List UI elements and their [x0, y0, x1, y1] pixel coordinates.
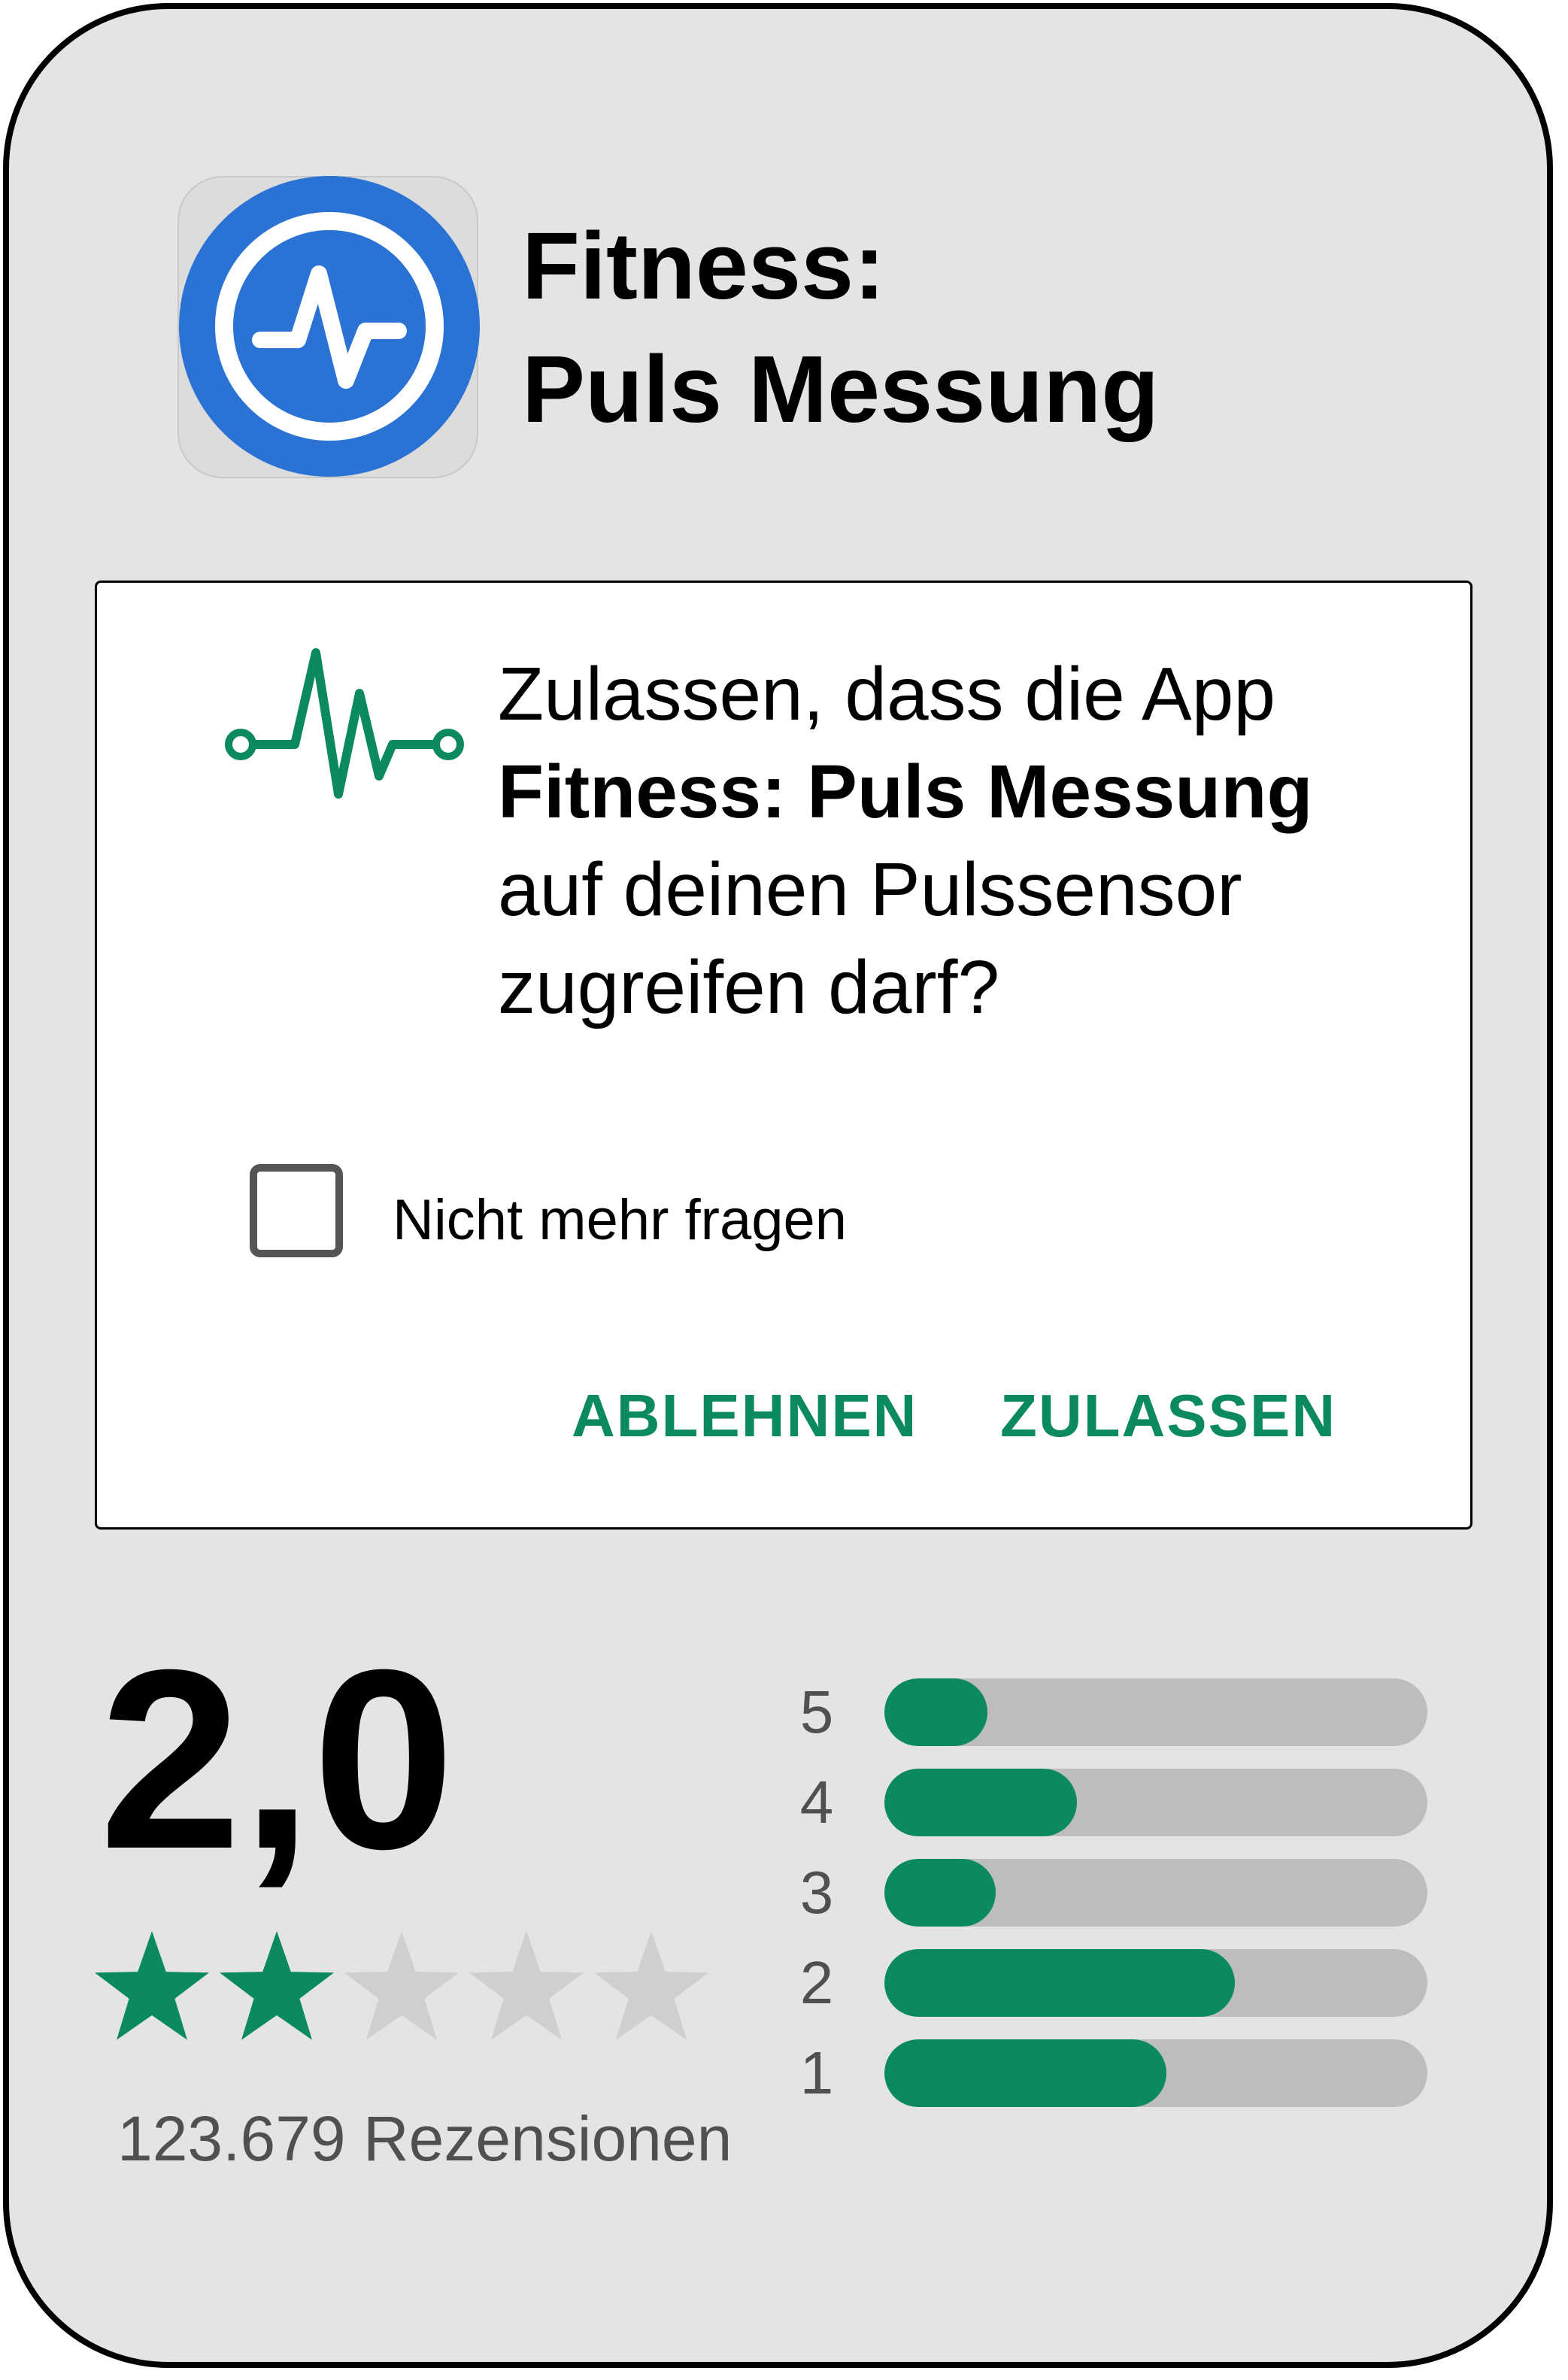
star-empty-icon: [344, 1931, 459, 2040]
distribution-track: [884, 1678, 1427, 1746]
app-title: Fitness: Puls Messung: [522, 205, 1159, 451]
heart-rate-pulse-icon: [179, 176, 480, 477]
dont-ask-again-label[interactable]: Nicht mehr fragen: [393, 1187, 847, 1254]
star-filled-icon: [219, 1931, 335, 2040]
distribution-track: [884, 2039, 1427, 2107]
star-empty-icon: [593, 1931, 709, 2040]
distribution-track: [884, 1949, 1427, 2017]
distribution-label: 2: [799, 1949, 834, 2016]
star-filled-icon: [94, 1931, 210, 2040]
distribution-bar: [884, 1678, 987, 1746]
deny-button[interactable]: ABLEHNEN: [572, 1382, 917, 1450]
distribution-bar: [884, 1859, 996, 1927]
pulse-sensor-icon: [225, 648, 464, 799]
star-empty-icon: [469, 1931, 584, 2040]
review-count: 123.679 Rezensionen: [117, 2103, 732, 2174]
app-title-line2: Puls Messung: [522, 336, 1160, 442]
distribution-track: [884, 1859, 1427, 1927]
question-text-2: auf deinen Pulssensor zugreifen darf?: [498, 847, 1242, 1029]
distribution-label: 3: [799, 1859, 834, 1926]
app-title-line1: Fitness:: [522, 213, 886, 319]
question-text-1: Zulassen, dass die App: [498, 652, 1275, 736]
permission-question: Zulassen, dass die App Fitness: Puls Mes…: [498, 645, 1400, 1036]
distribution-bar: [884, 1949, 1235, 2017]
average-rating: 2,0: [99, 1617, 455, 1902]
distribution-bar: [884, 2039, 1166, 2107]
app-icon: [177, 176, 480, 478]
distribution-track: [884, 1769, 1427, 1836]
distribution-bar: [884, 1769, 1077, 1836]
distribution-label: 4: [799, 1769, 834, 1836]
allow-button[interactable]: ZULASSEN: [1000, 1382, 1336, 1450]
distribution-label: 1: [799, 2039, 834, 2106]
question-app-name: Fitness: Puls Messung: [498, 750, 1313, 834]
star-rating: [94, 1931, 709, 2040]
distribution-label: 5: [799, 1678, 834, 1745]
dont-ask-again-checkbox[interactable]: [250, 1164, 343, 1257]
